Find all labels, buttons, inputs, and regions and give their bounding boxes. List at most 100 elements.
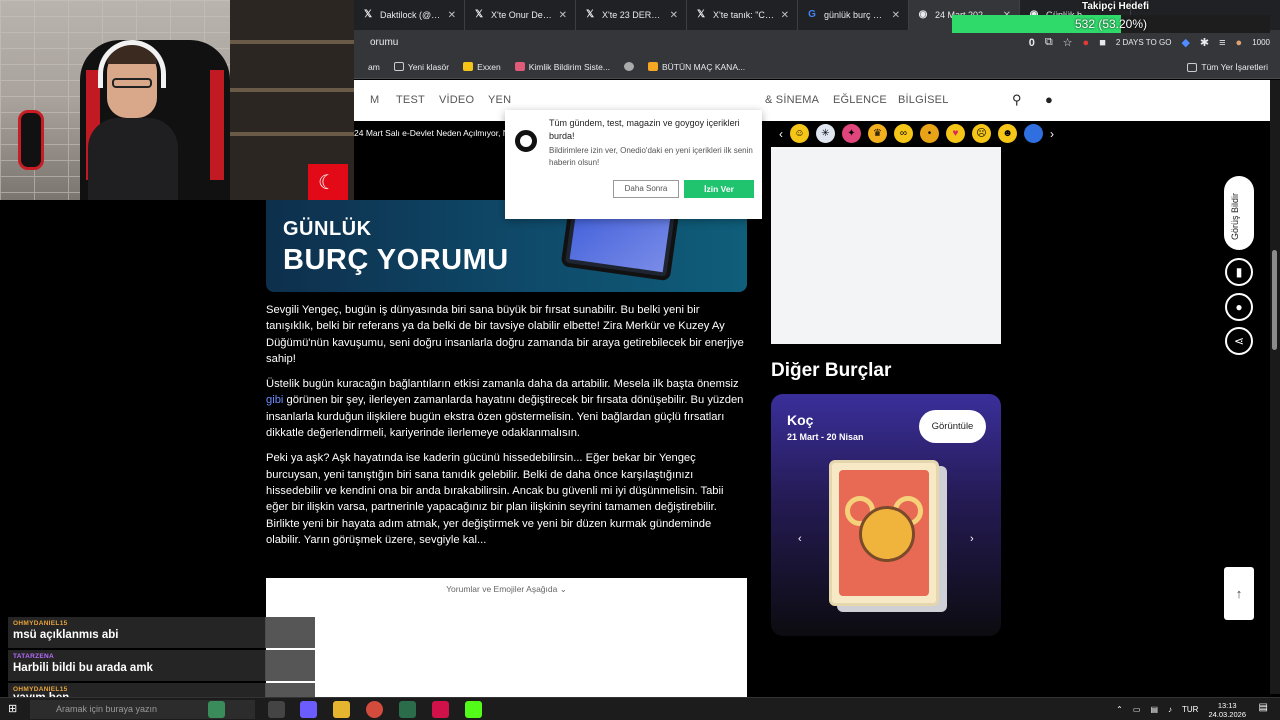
glasses-emoji-icon[interactable]: ∞ [894, 124, 913, 143]
scrollbar[interactable] [1270, 80, 1280, 694]
cast-icon[interactable]: ⧉ [1045, 36, 1053, 49]
x-logo-icon: 𝕏 [363, 9, 373, 20]
url-text[interactable]: orumu [370, 37, 398, 48]
neutral-emoji-icon[interactable]: • [920, 124, 939, 143]
chevron-right-icon[interactable]: › [1050, 127, 1054, 141]
close-icon[interactable]: ✕ [448, 10, 456, 21]
extension-blue-icon[interactable]: ◆ [1181, 36, 1189, 49]
network-icon[interactable]: ▤ [1150, 705, 1158, 714]
x-logo-icon: 𝕏 [585, 9, 595, 20]
clock-time: 13:13 [1217, 700, 1237, 710]
user-icon[interactable]: ● [1045, 92, 1053, 107]
nav-item-test[interactable]: TEST [396, 94, 425, 106]
chevron-up-icon[interactable]: ⌃ [1116, 705, 1123, 714]
inline-link[interactable]: gibi [266, 394, 283, 406]
all-bookmarks[interactable]: Tüm Yer İşaretleri [1187, 55, 1268, 79]
chat-username: TATARZENA [13, 653, 54, 660]
bookmark-item[interactable]: BÜTÜN MAÇ KANA... [647, 61, 746, 72]
notepad-icon[interactable] [399, 701, 416, 718]
snowflake-emoji-icon[interactable]: ✳ [816, 124, 835, 143]
chevron-right-icon[interactable]: › [970, 533, 974, 545]
extension-red-icon[interactable]: ● [1083, 37, 1090, 49]
nav-item-bilgisel[interactable]: BİLGİSEL [898, 94, 949, 106]
turkish-flag: ☾ [308, 164, 348, 200]
chat-username: OHMYDANIEL15 [13, 620, 68, 627]
browser-tab[interactable]: Ggünlük burç yoru ✕ [798, 0, 909, 30]
puzzle-icon[interactable]: ✱ [1200, 36, 1209, 49]
file-explorer-icon[interactable] [333, 701, 350, 718]
notifications-icon[interactable]: ▤ [1259, 702, 1268, 713]
kick-icon[interactable] [465, 701, 482, 718]
view-sign-button[interactable]: Görüntüle [919, 410, 986, 443]
star-icon[interactable]: ☆ [1063, 36, 1073, 49]
news-ticker[interactable]: 24 Mart Salı e-Devlet Neden Açılmıyor, N [354, 128, 509, 138]
sad-emoji-icon[interactable]: ☹ [972, 124, 991, 143]
search-icon[interactable]: ⚲ [1012, 92, 1022, 108]
nav-item[interactable]: M [370, 94, 379, 106]
chevron-left-icon[interactable]: ‹ [779, 127, 783, 141]
app-red-icon[interactable] [432, 701, 449, 718]
close-icon[interactable]: ✕ [670, 10, 678, 21]
bookmark-label: Yeni klasör [407, 61, 450, 72]
article-paragraph: Sevgili Yengeç, bugün iş dünyasında biri… [266, 304, 744, 365]
crown-emoji-icon[interactable]: ♛ [868, 124, 887, 143]
days-to-go-badge[interactable]: 2 DAYS TO GO [1116, 38, 1172, 47]
scrollbar-thumb[interactable] [1272, 250, 1277, 350]
chrome-icon[interactable] [366, 701, 383, 718]
kimlik-icon [514, 62, 525, 71]
menu-icon[interactable]: ≡ [1219, 37, 1225, 49]
emoji-reactions: ‹ ☺ ✳ ✦ ♛ ∞ • ♥ ☹ ☻ › [779, 124, 1054, 143]
bookmark-item[interactable] [623, 62, 634, 71]
browser-tab[interactable]: 𝕏 X'te Onur Derçin ✕ [465, 0, 576, 30]
later-button[interactable]: Daha Sonra [613, 180, 679, 198]
nav-item-sinema[interactable]: & SİNEMA [765, 94, 819, 106]
bookmark-icon[interactable]: ▮ [1225, 258, 1253, 286]
party-emoji-icon[interactable]: ✦ [842, 124, 861, 143]
toolbar-counter[interactable]: 0 [1029, 37, 1035, 49]
bookmark-label: BÜTÜN MAÇ KANA... [661, 61, 746, 72]
bookmark-item[interactable]: Kimlik Bildirim Siste... [514, 62, 610, 72]
close-icon[interactable]: ✕ [781, 10, 789, 21]
sign-card[interactable]: Koç 21 Mart - 20 Nisan Görüntüle ‹ › [771, 394, 1001, 636]
streamer-body [88, 118, 178, 200]
clock[interactable]: 13:13 24.03.2026 [1208, 701, 1246, 719]
count-badge: 1000 [1252, 38, 1270, 47]
bookmark-folder[interactable]: Yeni klasör [393, 61, 450, 72]
extension-white-icon[interactable]: ■ [1099, 37, 1106, 49]
task-view-icon[interactable] [268, 701, 285, 718]
address-bar[interactable]: orumu 0 ⧉ ☆ ● ■ 2 DAYS TO GO ◆ ✱ ≡ ● 100… [354, 30, 1280, 55]
heart-eyes-emoji-icon[interactable]: ♥ [946, 124, 965, 143]
nav-item-eglence[interactable]: EĞLENCE [833, 94, 887, 106]
usb-icon[interactable]: ▭ [1133, 705, 1141, 714]
language-indicator[interactable]: TUR [1182, 705, 1198, 714]
comments-icon[interactable]: ● [1225, 293, 1253, 321]
allow-button[interactable]: İzin Ver [684, 180, 754, 198]
nav-item-video[interactable]: VİDEO [439, 94, 474, 106]
feedback-button[interactable]: Görüş Bildir [1224, 176, 1254, 250]
volume-icon[interactable]: ♪ [1168, 705, 1172, 714]
glasses [112, 78, 152, 88]
bookmark-item[interactable]: Exxen [463, 62, 501, 72]
share-icon[interactable]: ⋖ [1225, 327, 1253, 355]
aries-tarot-card [829, 460, 939, 606]
paragraph-text: Üstelik bugün kuracağın bağlantıların et… [266, 378, 739, 391]
nav-item-yeni[interactable]: YEN [488, 94, 511, 106]
chevron-left-icon[interactable]: ‹ [798, 533, 802, 545]
blue-badge-emoji-icon[interactable] [1024, 124, 1043, 143]
browser-tab[interactable]: 𝕏 Daktilock (@dakt ✕ [354, 0, 465, 30]
bookmark-item[interactable]: am [368, 62, 380, 72]
weather-icon[interactable] [208, 701, 225, 718]
jp-icon [647, 62, 658, 71]
avatar[interactable]: ● [1236, 37, 1243, 49]
arrow-up-icon[interactable]: ↑ [1224, 567, 1254, 620]
laugh-emoji-icon[interactable]: ☻ [998, 124, 1017, 143]
close-icon[interactable]: ✕ [892, 10, 900, 21]
globe-icon [623, 62, 634, 71]
comments-toggle[interactable]: Yorumlar ve Emojiler Aşağıda ⌄ [266, 584, 747, 595]
close-icon[interactable]: ✕ [559, 10, 567, 21]
browser-tab[interactable]: 𝕏 X'te tanık: "Cem Y ✕ [687, 0, 798, 30]
browser-tab[interactable]: 𝕏 X'te 23 DERECE: ' ✕ [576, 0, 687, 30]
windows-start-icon[interactable]: ⊞ [8, 702, 17, 715]
smile-emoji-icon[interactable]: ☺ [790, 124, 809, 143]
app-icon[interactable] [300, 701, 317, 718]
